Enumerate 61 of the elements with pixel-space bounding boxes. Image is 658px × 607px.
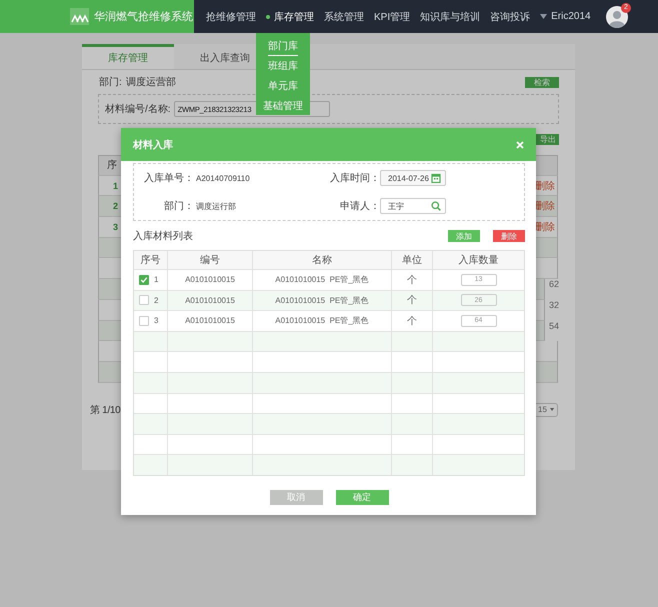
column-header: 序号 xyxy=(140,254,162,268)
search-icon xyxy=(431,201,441,211)
nav-item[interactable]: 库存管理 xyxy=(266,10,314,24)
table-cell-text: 1 xyxy=(112,180,118,191)
delete-button[interactable]: 删除 xyxy=(493,230,525,242)
table-cell-text: 2 xyxy=(112,201,118,212)
checkbox[interactable] xyxy=(139,316,149,326)
nav-item[interactable]: 知识库与培训 xyxy=(420,10,480,24)
table-cell: 2 xyxy=(154,296,158,305)
search-button[interactable]: 检索 xyxy=(525,76,559,88)
tab[interactable]: 库存管理 xyxy=(82,44,174,69)
logo-icon xyxy=(70,8,89,25)
app-title: 华润燃气抢维修系统 xyxy=(94,10,193,24)
input-field[interactable]: 王宇 xyxy=(380,198,446,214)
department-value: 调度运行部 xyxy=(195,200,237,212)
field-label: 材料编号/名称: xyxy=(105,102,171,116)
table-cell: 3 xyxy=(154,316,158,326)
row-value: 32 xyxy=(548,300,559,312)
section-title: 入库材料列表 xyxy=(133,230,194,243)
add-button[interactable]: 添加 xyxy=(448,230,480,242)
column-header: 入库数量 xyxy=(432,251,524,269)
pagination-text: 第 1/10 xyxy=(90,404,120,417)
delete-link[interactable]: 删除 xyxy=(535,220,555,234)
checkbox[interactable] xyxy=(139,274,149,285)
column-header: 序 xyxy=(107,158,117,172)
menu-item[interactable]: 部门库 xyxy=(268,39,298,56)
table-cell: A0101010015 PE管_黑色 xyxy=(252,290,391,310)
table-cell: 1 xyxy=(154,275,158,284)
confirm-button[interactable]: 确定 xyxy=(336,490,388,505)
nav-item[interactable]: 咨询投诉 xyxy=(490,10,530,24)
nav-item[interactable]: 系统管理 xyxy=(324,10,364,24)
user-name[interactable]: Eric2014 xyxy=(551,11,591,22)
date-field[interactable]: 2014-07-26 xyxy=(380,170,446,186)
row-value: 62 xyxy=(548,279,559,292)
delete-link[interactable]: 删除 xyxy=(535,199,555,214)
field-label: 部门： xyxy=(163,200,194,213)
nav-item[interactable]: KPI管理 xyxy=(374,10,410,24)
column-header: 单位 xyxy=(391,251,432,269)
avatar xyxy=(606,6,628,28)
order-number: A20140709110 xyxy=(195,174,251,182)
delete-link[interactable]: 删除 xyxy=(535,178,555,193)
close-icon[interactable] xyxy=(516,140,524,148)
caret-icon xyxy=(540,14,548,19)
row-value: 54 xyxy=(548,320,559,332)
nav-item[interactable]: 抢维修管理 xyxy=(206,10,256,24)
calendar-icon xyxy=(431,173,441,183)
table-cell-text: 3 xyxy=(112,222,118,232)
department-value: 调度运营部 xyxy=(126,76,176,89)
caret-icon xyxy=(550,407,554,412)
menu-item[interactable]: 基础管理 xyxy=(263,99,303,116)
table-cell: A0101010015 xyxy=(167,290,252,310)
dialog-title: 材料入库 xyxy=(133,138,173,152)
checkbox[interactable] xyxy=(139,295,149,306)
field-label: 入库单号： xyxy=(143,172,194,185)
column-header: 名称 xyxy=(252,251,391,269)
field-label: 部门: xyxy=(99,76,122,89)
field-label: 入库时间： xyxy=(329,172,380,185)
column-header: 编号 xyxy=(167,251,252,269)
field-label: 申请人： xyxy=(339,200,380,213)
menu-item[interactable]: 单元库 xyxy=(268,79,298,96)
table-cell: 个 xyxy=(391,290,432,310)
